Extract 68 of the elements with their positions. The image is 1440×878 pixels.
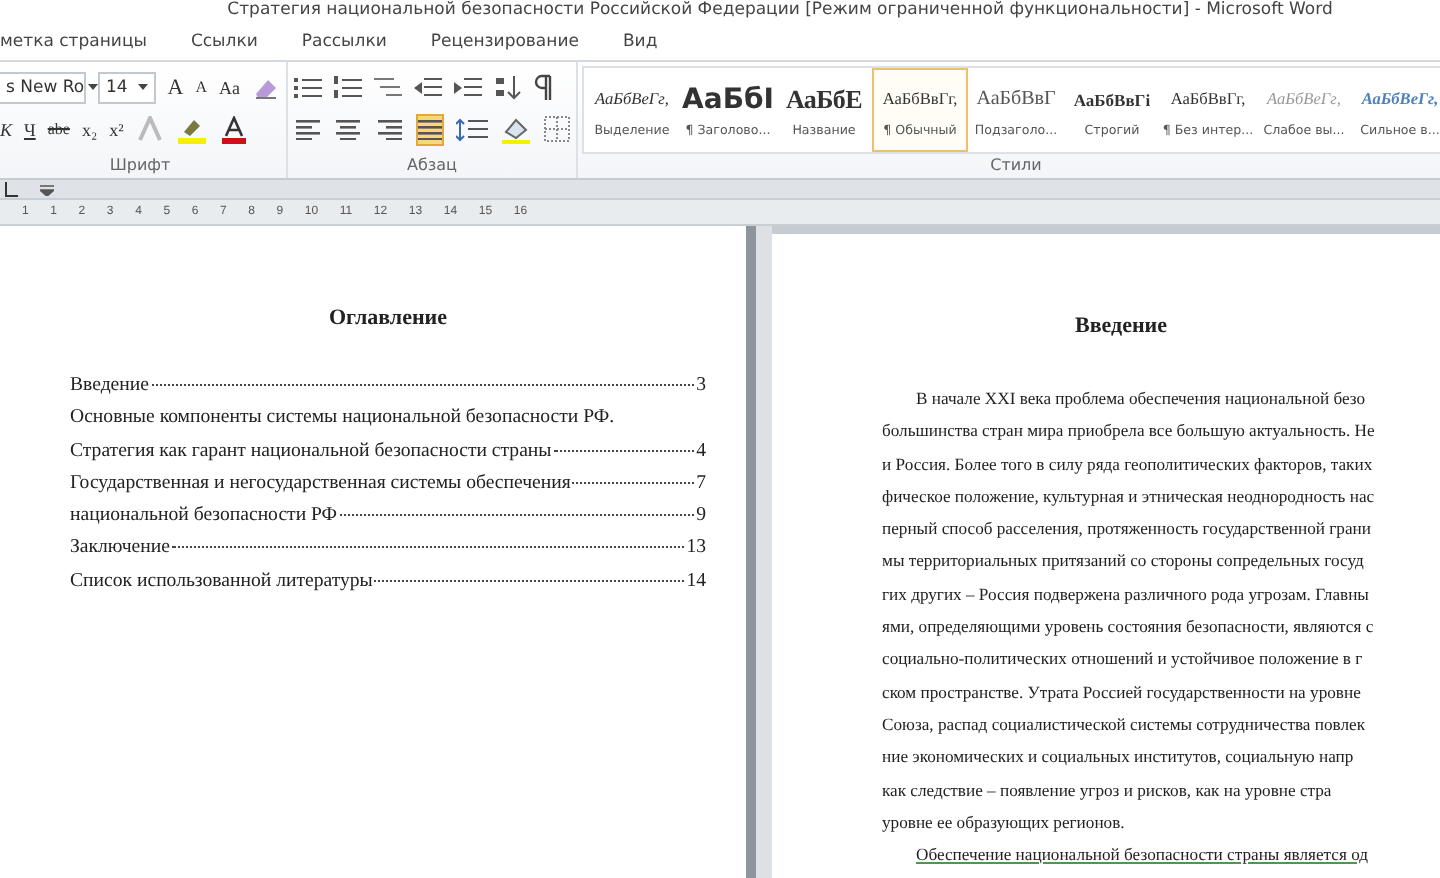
toc-page-number: 13 xyxy=(686,536,706,559)
toc-page-number: 7 xyxy=(696,471,706,494)
body-text-line: мы территориальных притязаний со стороны сопредельных госуд xyxy=(882,548,1366,575)
body-text-line: как следствие – появление угроз и рисков, как на уровне стра xyxy=(882,777,1334,804)
ribbon-tab[interactable]: Рецензирование xyxy=(408,32,601,52)
eraser-icon[interactable] xyxy=(252,75,280,99)
superscript-button[interactable]: x² xyxy=(109,119,124,139)
decrease-indent-icon[interactable] xyxy=(414,75,442,99)
body-text-line: ние экономических и социальных институтов, социальную напр xyxy=(882,744,1356,771)
group-label: Шрифт xyxy=(107,154,173,178)
group-label: Абзац xyxy=(404,154,459,178)
body-text-line: В начале XXI века проблема обеспечения национальной безо xyxy=(914,386,1368,412)
body-text-line: перный способ расселения, протяженность государственной грани xyxy=(882,516,1373,543)
toc-entry[interactable]: национальной безопасности РФ xyxy=(70,504,338,527)
toc-page-number: 9 xyxy=(696,504,706,527)
page-heading: Оглавление xyxy=(326,306,450,334)
window-title: Стратегия национальной безопасности Российской Федерации [Режим ограниченной функциональности] - Microsoft Word xyxy=(227,0,1333,22)
toc-entry[interactable]: Список использованной литературы xyxy=(70,569,373,592)
italic-button[interactable]: К xyxy=(0,119,12,139)
toc-entry[interactable]: Государственная и негосударственная системы обеспечения xyxy=(70,471,571,494)
body-text-line: уровне ее образующих регионов. xyxy=(882,809,1127,836)
toc-page-number: 14 xyxy=(686,569,706,592)
page-heading: Введение xyxy=(1072,314,1170,342)
group-label: Стили xyxy=(988,154,1044,178)
ribbon-tab[interactable]: Рассылки xyxy=(279,32,409,52)
shading-icon[interactable] xyxy=(500,115,532,143)
body-text-line: и Россия. Более того в силу ряда геополитических факторов, таких xyxy=(882,451,1375,478)
highlighter-icon[interactable] xyxy=(175,115,208,143)
shrink-font-button[interactable]: A xyxy=(195,78,207,96)
ribbon-tab[interactable]: Ссылки xyxy=(168,32,280,52)
toc-entry[interactable]: Стратегия как гарант национальной безопасности страны xyxy=(70,439,552,462)
underline-button[interactable]: Ч xyxy=(23,119,36,139)
ribbon-tab[interactable]: метка страницы xyxy=(0,32,169,52)
increase-indent-icon[interactable] xyxy=(454,75,482,99)
borders-icon[interactable] xyxy=(544,116,570,142)
toc-entry[interactable]: Введение xyxy=(70,374,149,396)
sort-icon[interactable] xyxy=(494,74,522,100)
pilcrow-icon[interactable] xyxy=(534,74,554,100)
body-text-line: гих других – Россия подвержена различного рода угрозам. Главны xyxy=(882,581,1371,608)
subscript-button[interactable]: x₂ xyxy=(81,119,98,139)
ribbon-tab[interactable]: Вид xyxy=(600,32,680,52)
body-text-line: фическое положение, культурная и этническая неоднородность нас xyxy=(882,483,1377,510)
body-text-line: ском пространстве. Утрата Россией государственности на уровне xyxy=(882,679,1363,706)
dot-leader xyxy=(553,449,695,452)
caret-icon xyxy=(88,84,99,90)
dropdown-arrow-icon[interactable] xyxy=(40,183,54,195)
body-text-line: Обеспечение национальной безопасности страны является од xyxy=(914,842,1370,869)
font-color-icon[interactable] xyxy=(219,115,248,143)
change-case-button[interactable]: Aa xyxy=(219,77,240,97)
font-size-field[interactable]: 14 xyxy=(98,71,156,103)
body-text-line: социально-политических отношений и устойчивое положение в г xyxy=(882,646,1365,673)
body-text-line: ями, определяющими уровень состояния безопасности, являются с xyxy=(882,614,1376,641)
dot-leader xyxy=(572,481,695,484)
toc-page-number: 3 xyxy=(696,374,706,396)
numbered-list-icon[interactable] xyxy=(334,75,362,99)
strikethrough-button[interactable]: abe xyxy=(47,120,70,138)
grow-font-button[interactable]: A xyxy=(167,75,184,99)
toc-entry[interactable]: Заключение xyxy=(70,536,170,559)
caret-icon xyxy=(137,84,148,90)
tab-stop-icon[interactable] xyxy=(4,181,20,197)
bullet-list-icon[interactable] xyxy=(294,75,322,99)
toc-page-number: 4 xyxy=(696,439,706,462)
multilevel-list-icon[interactable] xyxy=(374,75,402,99)
align-button[interactable] xyxy=(415,113,444,145)
body-text-line: Союза, распад социалистической системы сотрудничества повлек xyxy=(882,711,1367,738)
body-text-line: большинства стран мира приобрела все большую актуальность. Не xyxy=(882,418,1377,445)
line-spacing-icon[interactable] xyxy=(456,117,488,141)
toc-entry[interactable]: Основные компоненты системы национальной безопасности РФ. xyxy=(70,406,615,429)
